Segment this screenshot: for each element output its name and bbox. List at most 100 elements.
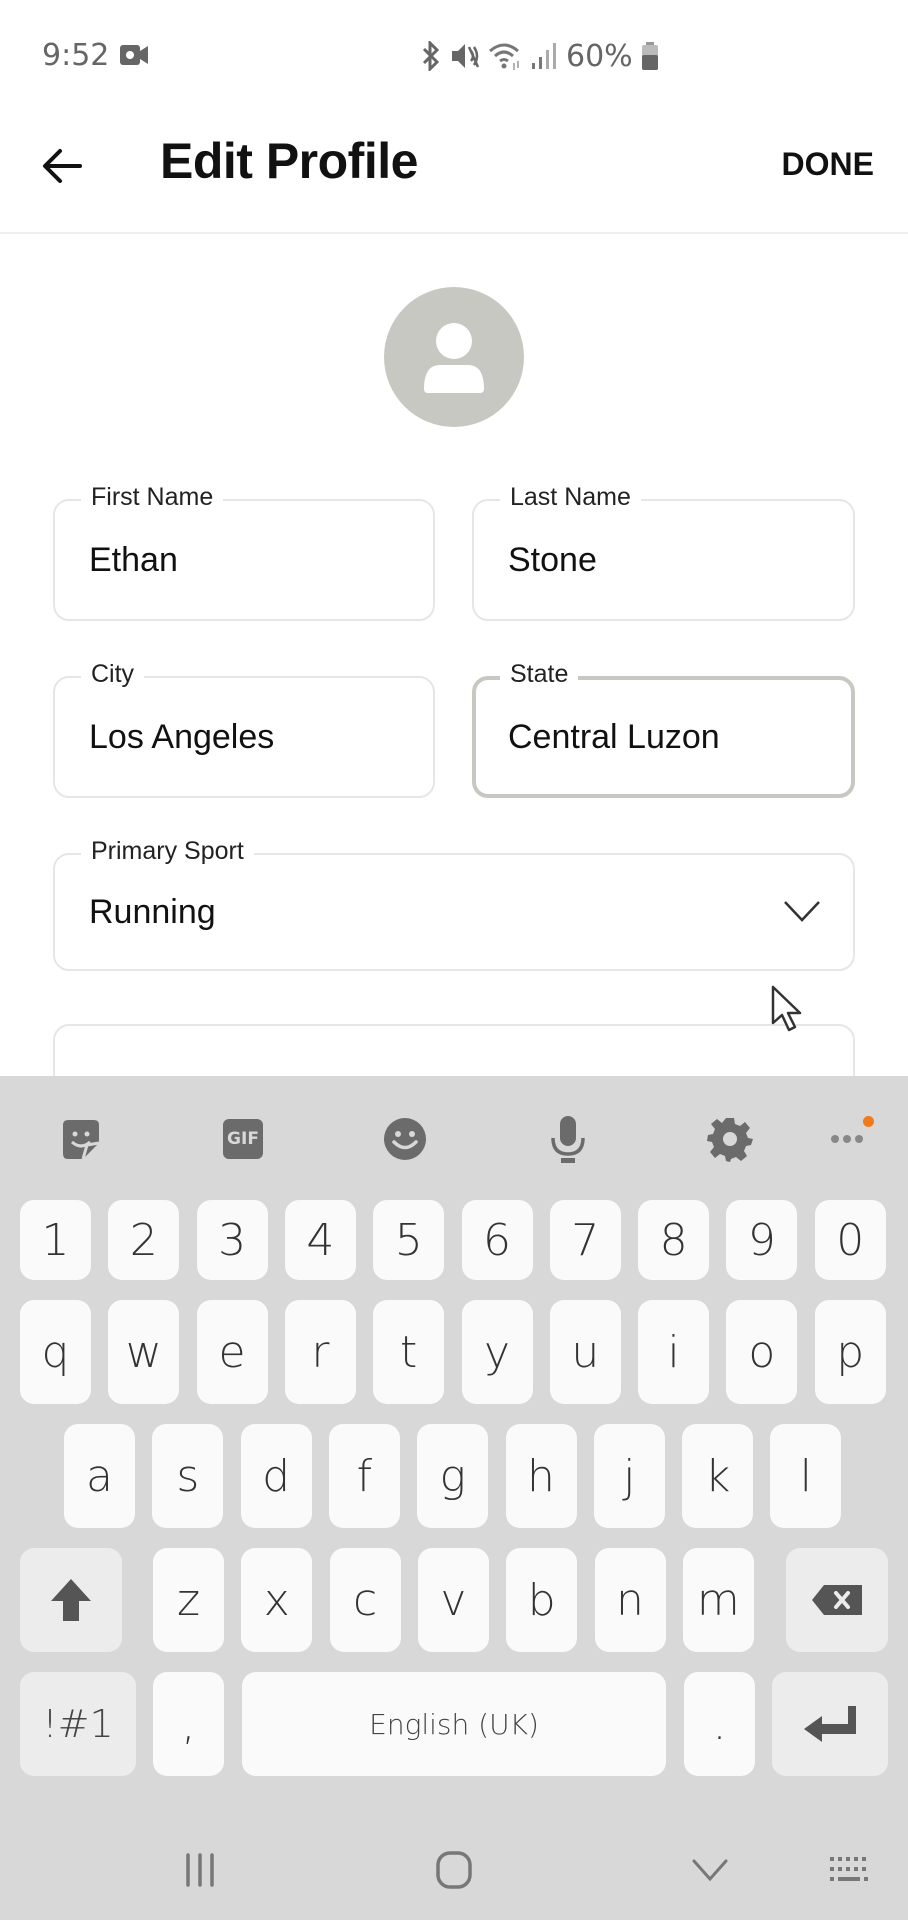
- keyboard-switch-button[interactable]: [820, 1848, 880, 1892]
- done-button[interactable]: DONE: [782, 146, 874, 183]
- key-j[interactable]: j: [593, 1424, 665, 1528]
- key-2[interactable]: 2: [108, 1200, 180, 1280]
- first-name-field[interactable]: First Name Ethan: [53, 483, 435, 621]
- key-n[interactable]: n: [594, 1548, 666, 1652]
- key-label: ,: [181, 1698, 196, 1750]
- key-d[interactable]: d: [240, 1424, 312, 1528]
- key-1[interactable]: 1: [20, 1200, 91, 1280]
- period-key[interactable]: .: [684, 1672, 755, 1776]
- home-icon: [436, 1851, 472, 1889]
- key-label: n: [616, 1574, 644, 1626]
- wifi-icon: [489, 43, 519, 70]
- emoji-icon: [384, 1118, 426, 1160]
- key-r[interactable]: r: [284, 1300, 356, 1404]
- key-b[interactable]: b: [506, 1548, 578, 1652]
- key-i[interactable]: i: [638, 1300, 710, 1404]
- key-label: w: [125, 1326, 162, 1378]
- more-options-button[interactable]: [822, 1114, 874, 1164]
- key-label: 9: [747, 1214, 776, 1266]
- recent-apps-button[interactable]: [170, 1848, 230, 1892]
- chevron-down-icon[interactable]: [783, 899, 821, 923]
- key-label: l: [799, 1450, 812, 1502]
- first-name-label: First Name: [81, 483, 224, 512]
- keyboard-settings-button[interactable]: [705, 1114, 755, 1164]
- primary-sport-label: Primary Sport: [81, 837, 254, 866]
- gif-button[interactable]: GIF: [218, 1114, 268, 1164]
- key-f[interactable]: f: [328, 1424, 400, 1528]
- sticker-button[interactable]: [56, 1114, 106, 1164]
- enter-key[interactable]: [772, 1672, 888, 1776]
- key-4[interactable]: 4: [284, 1200, 356, 1280]
- key-label: a: [86, 1450, 113, 1502]
- key-x[interactable]: x: [241, 1548, 313, 1652]
- avatar[interactable]: [384, 287, 524, 427]
- city-input[interactable]: Los Angeles: [89, 718, 274, 757]
- key-label: h: [527, 1450, 555, 1502]
- state-field[interactable]: State Central Luzon: [472, 660, 855, 798]
- key-s[interactable]: s: [152, 1424, 224, 1528]
- symbols-key[interactable]: !#1: [20, 1672, 136, 1776]
- key-5[interactable]: 5: [373, 1200, 445, 1280]
- state-input[interactable]: Central Luzon: [508, 718, 720, 757]
- key-c[interactable]: c: [329, 1548, 401, 1652]
- key-label: 6: [483, 1214, 511, 1266]
- key-h[interactable]: h: [505, 1424, 577, 1528]
- key-y[interactable]: y: [461, 1300, 533, 1404]
- key-e[interactable]: e: [196, 1300, 268, 1404]
- key-8[interactable]: 8: [638, 1200, 710, 1280]
- key-label: x: [263, 1574, 290, 1626]
- key-label: k: [704, 1450, 731, 1502]
- status-icons: 60%: [420, 36, 659, 76]
- key-m[interactable]: m: [682, 1548, 754, 1652]
- key-6[interactable]: 6: [461, 1200, 533, 1280]
- key-k[interactable]: k: [682, 1424, 754, 1528]
- key-label: 0: [836, 1214, 865, 1266]
- key-u[interactable]: u: [549, 1300, 621, 1404]
- notification-badge: [863, 1116, 874, 1127]
- backspace-key[interactable]: [786, 1548, 888, 1652]
- key-t[interactable]: t: [373, 1300, 445, 1404]
- key-q[interactable]: q: [20, 1300, 91, 1404]
- key-l[interactable]: l: [770, 1424, 842, 1528]
- status-time: 9:52: [42, 38, 110, 73]
- key-label: i: [667, 1326, 680, 1378]
- first-name-input[interactable]: Ethan: [89, 541, 178, 580]
- key-g[interactable]: g: [417, 1424, 489, 1528]
- shift-key[interactable]: [20, 1548, 122, 1652]
- back-button[interactable]: [36, 140, 88, 192]
- key-p[interactable]: p: [814, 1300, 886, 1404]
- key-3[interactable]: 3: [196, 1200, 268, 1280]
- shift-icon: [51, 1579, 91, 1621]
- key-w[interactable]: w: [108, 1300, 180, 1404]
- key-label: c: [352, 1574, 378, 1626]
- key-label: 5: [394, 1214, 423, 1266]
- last-name-field[interactable]: Last Name Stone: [472, 483, 855, 621]
- person-icon: [424, 323, 484, 393]
- gif-icon: GIF: [223, 1119, 263, 1159]
- key-label: z: [176, 1574, 201, 1626]
- key-a[interactable]: a: [64, 1424, 135, 1528]
- key-v[interactable]: v: [417, 1548, 489, 1652]
- primary-sport-select[interactable]: Primary Sport Running: [53, 837, 855, 971]
- bluetooth-icon: [422, 41, 440, 71]
- key-7[interactable]: 7: [549, 1200, 621, 1280]
- app-bar: Edit Profile DONE: [0, 110, 908, 234]
- key-label: f: [356, 1450, 373, 1502]
- key-label: English (UK): [369, 1707, 539, 1741]
- emoji-button[interactable]: [380, 1114, 430, 1164]
- screen-record-icon: [120, 45, 148, 65]
- key-0[interactable]: 0: [814, 1200, 886, 1280]
- key-z[interactable]: z: [153, 1548, 224, 1652]
- city-field[interactable]: City Los Angeles: [53, 660, 435, 798]
- hide-keyboard-button[interactable]: [680, 1848, 740, 1892]
- space-bar[interactable]: English (UK): [242, 1672, 666, 1776]
- home-button[interactable]: [424, 1848, 484, 1892]
- key-o[interactable]: o: [726, 1300, 798, 1404]
- last-name-input[interactable]: Stone: [508, 541, 597, 580]
- comma-key[interactable]: ,: [153, 1672, 224, 1776]
- key-label: o: [748, 1326, 776, 1378]
- enter-icon: [804, 1706, 856, 1742]
- voice-input-button[interactable]: [543, 1114, 593, 1164]
- key-label: 8: [659, 1214, 688, 1266]
- key-9[interactable]: 9: [726, 1200, 798, 1280]
